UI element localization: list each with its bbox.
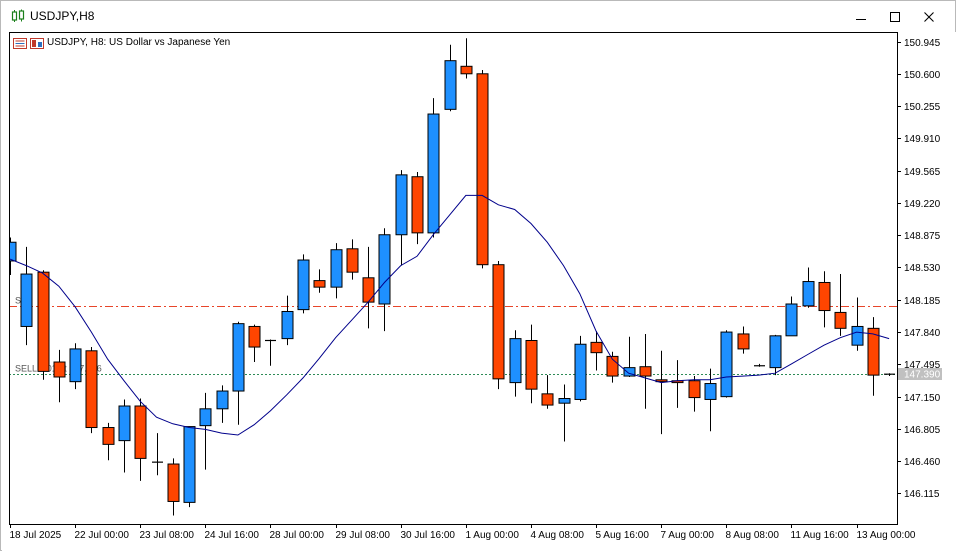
- close-button[interactable]: [912, 1, 946, 32]
- candle-bull: [281, 310, 294, 340]
- y-tick-label: 146.805: [904, 425, 941, 436]
- y-tick-label: 149.565: [904, 167, 941, 178]
- y-tick-label: 146.460: [904, 457, 941, 468]
- y-tick-label: 150.600: [904, 70, 941, 81]
- x-tick-label: 4 Aug 08:00: [531, 530, 585, 541]
- x-tick-label: 7 Aug 00:00: [661, 530, 715, 541]
- maximize-button[interactable]: [878, 1, 912, 32]
- candle-bull: [427, 113, 440, 234]
- y-tick-label: 149.220: [904, 199, 941, 210]
- y-tick-label: 147.840: [904, 328, 941, 339]
- candle-bear: [248, 325, 261, 348]
- candle-bear: [53, 361, 66, 378]
- close-icon: [924, 11, 934, 22]
- current-price-label: 147.390: [904, 370, 941, 381]
- candle-bear: [737, 333, 750, 350]
- y-tick-label: 148.185: [904, 296, 941, 307]
- minimize-button[interactable]: [844, 1, 878, 32]
- candle-bull: [183, 426, 196, 503]
- x-tick-label: 13 Aug 00:00: [857, 530, 916, 541]
- candle-bull: [297, 259, 310, 311]
- candle-bull: [232, 323, 245, 392]
- candle-bull: [378, 234, 391, 305]
- candle-bear: [167, 463, 180, 502]
- candle-bull: [199, 408, 212, 427]
- candle-bear: [525, 339, 538, 390]
- level-label: S: [15, 296, 21, 306]
- candle-bear: [834, 311, 847, 329]
- candle-bear: [492, 264, 505, 380]
- x-tick-label: 23 Jul 08:00: [140, 530, 195, 541]
- candle-bull: [69, 348, 82, 383]
- candle-bull: [118, 405, 131, 442]
- candle-bear: [102, 427, 115, 445]
- candle-bull: [769, 335, 782, 369]
- candle-bull: [558, 398, 571, 404]
- candle-bull: [216, 390, 229, 410]
- candle-bear: [85, 350, 98, 429]
- candle-bear: [346, 248, 359, 273]
- candle-bull: [574, 343, 587, 400]
- candle-bull: [704, 383, 717, 400]
- candle-bear: [818, 281, 831, 312]
- candle-bear: [476, 73, 489, 266]
- candle-bear: [541, 393, 554, 406]
- candle-bear: [590, 341, 603, 354]
- candle-bull: [444, 60, 457, 110]
- chart-title: USDJPY, H8: US Dollar vs Japanese Yen: [47, 37, 231, 48]
- candle-bear: [688, 380, 701, 399]
- x-tick-label: 11 Aug 16:00: [791, 530, 850, 541]
- candle-bull: [851, 325, 864, 346]
- candle-bull: [330, 249, 343, 288]
- symbol-description: USDJPY, H8: US Dollar vs Japanese Yen: [13, 37, 230, 49]
- candle-bull: [785, 303, 798, 337]
- candle-bull: [509, 338, 522, 384]
- y-tick-label: 148.530: [904, 263, 941, 274]
- x-tick-label: 28 Jul 00:00: [270, 530, 325, 541]
- candle-bull: [20, 273, 33, 327]
- y-tick-label: 146.115: [904, 489, 940, 500]
- y-tick-label: 147.150: [904, 393, 941, 404]
- x-tick-label: 8 Aug 08:00: [726, 530, 780, 541]
- y-tick-label: 149.910: [904, 134, 941, 145]
- y-tick-label: 150.945: [904, 38, 941, 49]
- trade-list-icon: [13, 37, 27, 49]
- candle-bull: [802, 281, 815, 307]
- candle-bear: [411, 176, 424, 234]
- x-tick-label: 18 Jul 2025: [10, 530, 62, 541]
- candle-bull: [720, 331, 733, 398]
- y-tick-label: 148.875: [904, 231, 941, 242]
- chart-window: USDJPY,H8 SSELL 0.01 at 147.406150.94515…: [0, 0, 956, 551]
- window-title: USDJPY,H8: [30, 9, 95, 23]
- x-tick-label: 1 Aug 00:00: [466, 530, 520, 541]
- candle-bear: [37, 271, 50, 372]
- candlestick-chart-icon: [11, 9, 25, 22]
- candle-bull: [395, 174, 408, 236]
- candle-bear: [639, 366, 652, 377]
- candle-bull: [10, 241, 17, 262]
- candle-bear: [134, 405, 147, 459]
- x-tick-label: 30 Jul 16:00: [401, 530, 456, 541]
- chart-area[interactable]: SSELL 0.01 at 147.406150.945150.600150.2…: [2, 32, 956, 551]
- y-tick-label: 150.255: [904, 102, 941, 113]
- candle-bear: [362, 277, 375, 303]
- x-tick-label: 24 Jul 16:00: [205, 530, 260, 541]
- candle-bear: [460, 65, 473, 75]
- minimize-icon: [856, 18, 866, 20]
- x-tick-label: 5 Aug 16:00: [596, 530, 650, 541]
- x-tick-label: 29 Jul 08:00: [336, 530, 391, 541]
- price-chart[interactable]: SSELL 0.01 at 147.406150.945150.600150.2…: [2, 32, 956, 551]
- title-bar[interactable]: USDJPY,H8: [1, 1, 955, 32]
- x-tick-label: 22 Jul 00:00: [75, 530, 130, 541]
- depth-of-market-icon: [30, 37, 44, 49]
- maximize-icon: [890, 11, 900, 22]
- candle-bear: [313, 280, 326, 288]
